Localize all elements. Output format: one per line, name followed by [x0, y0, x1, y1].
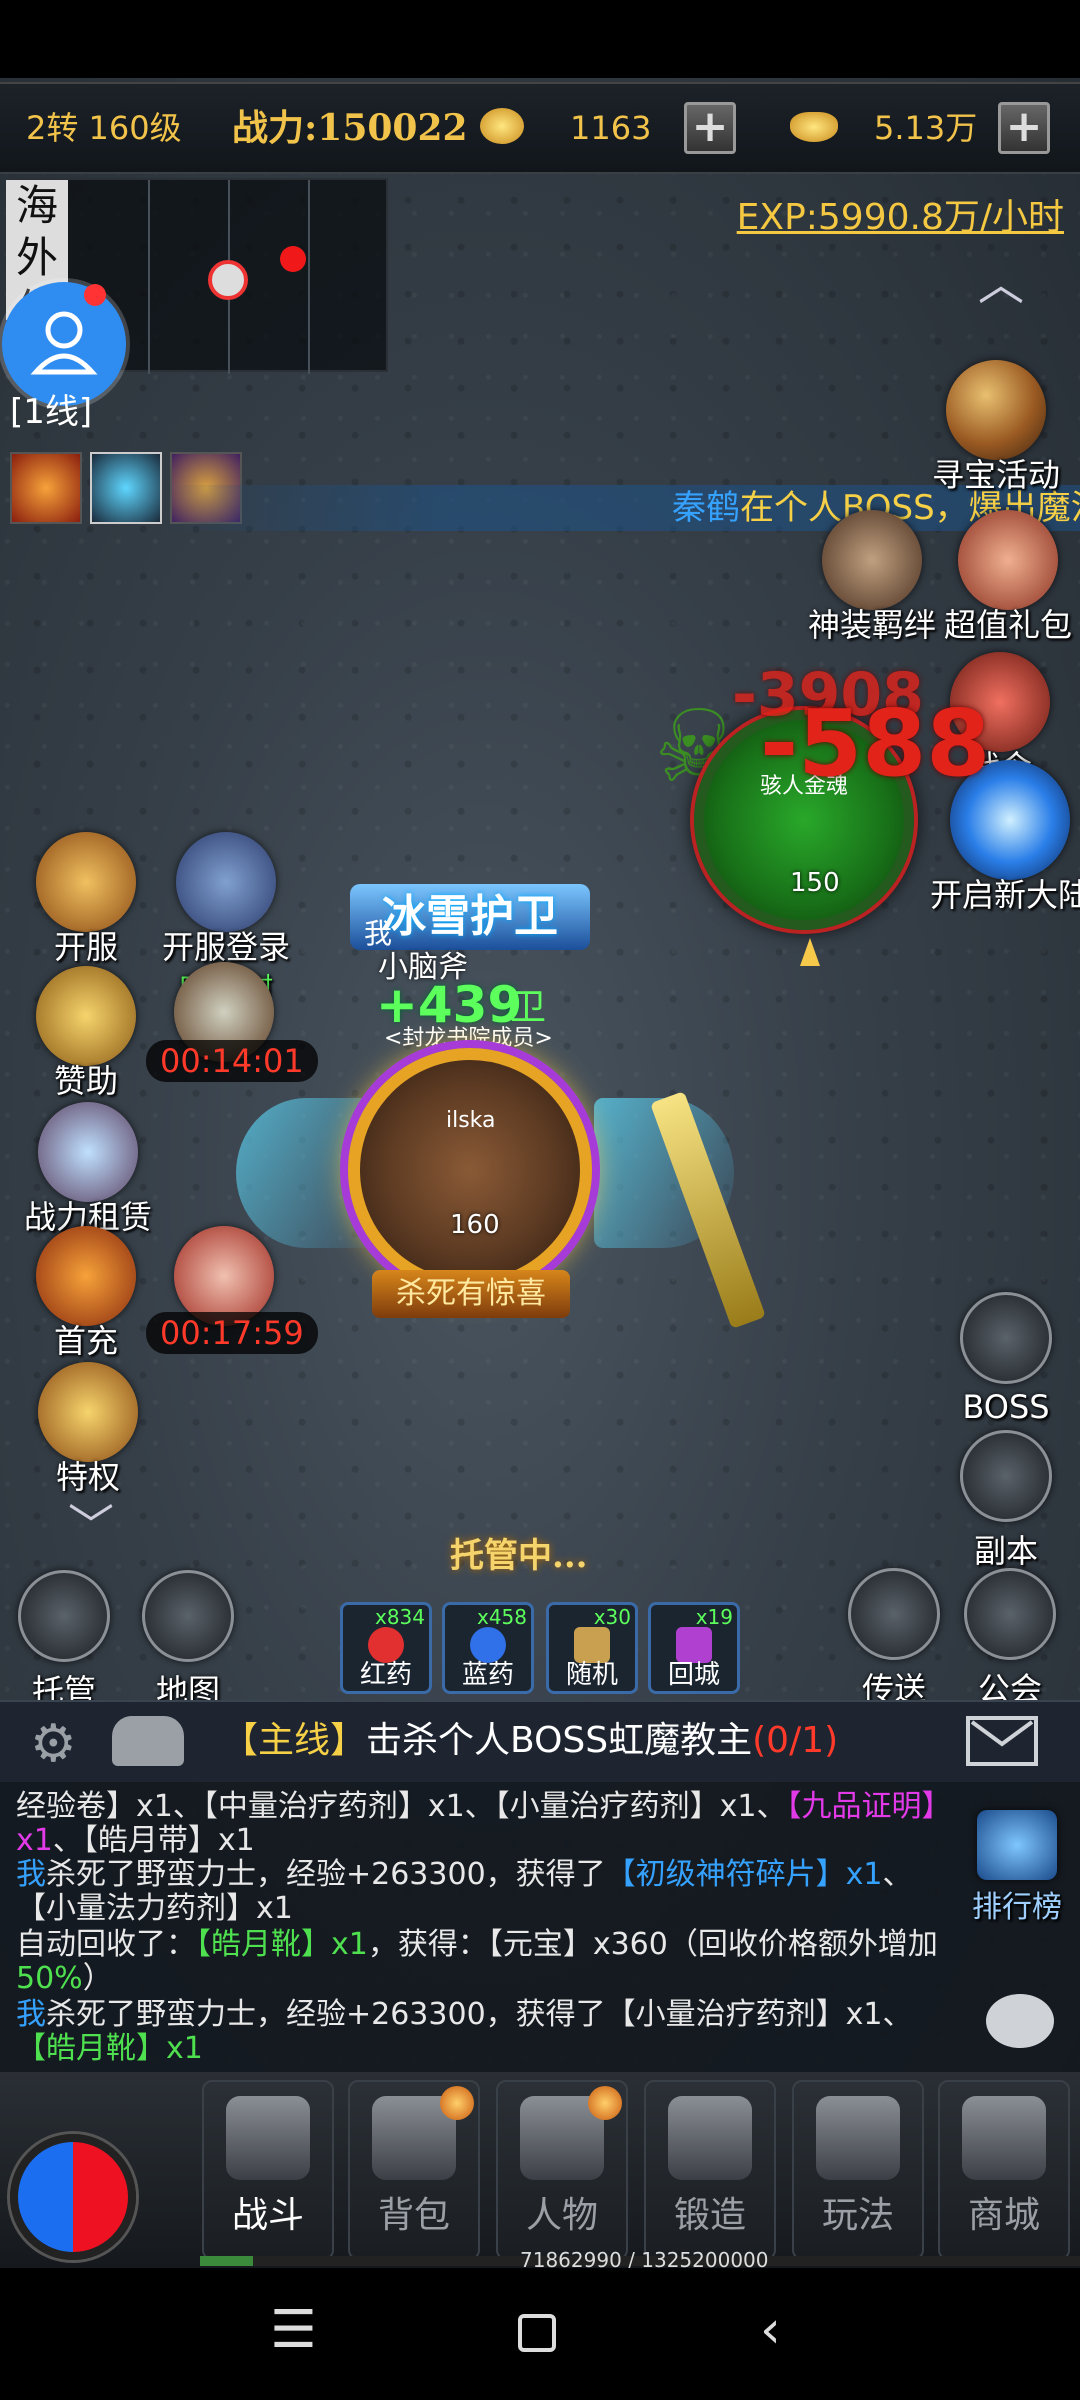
coin-icon	[480, 108, 524, 144]
back-icon[interactable]: ‹	[760, 2300, 781, 2360]
guild-hall-icon	[964, 1568, 1056, 1660]
winged-emblem-icon	[816, 2096, 900, 2180]
shop-gate-icon	[962, 2096, 1046, 2180]
menu-icon[interactable]: ☰	[270, 2300, 317, 2360]
chat-line: 经验卷】x1、【中量治疗药剂】x1、【小量治疗药剂】x1、【九品证明】x1、【皓…	[16, 1789, 952, 1858]
treasure-activity-button[interactable]: 寻宝活动	[932, 360, 1060, 496]
first-charge-gift-icon	[36, 1226, 136, 1326]
chat-line: 我杀死了野蛮力士，经验+263300，获得了【小量治疗药剂】x1、【皓月靴】x1	[16, 1997, 913, 2066]
bond-icon	[822, 510, 922, 610]
map-icon	[142, 1570, 234, 1662]
crown-icon	[38, 1362, 138, 1462]
monster-marker-icon	[280, 246, 306, 272]
power-rent-button[interactable]: 战力租赁	[24, 1102, 152, 1238]
auto-battle-button[interactable]: 托管	[18, 1570, 110, 1712]
target-arrow-icon	[800, 938, 820, 966]
vip-v-icon	[36, 966, 136, 1066]
gear-icon[interactable]: ⚙	[30, 1714, 77, 1774]
gear-bond-button[interactable]: 神装羁绊	[808, 510, 936, 646]
first-charge-button[interactable]: 首充	[36, 1226, 136, 1362]
potion-blue-slot[interactable]: x458 蓝药	[442, 1602, 534, 1694]
monster-level: 150	[790, 868, 840, 898]
coin-count: 1163	[570, 109, 652, 147]
potion-red-slot[interactable]: x834 红药	[340, 1602, 432, 1694]
random-scroll-slot[interactable]: x30 随机	[546, 1602, 638, 1694]
add-coins-button[interactable]: +	[684, 102, 736, 154]
ranking-button[interactable]: 排行榜	[972, 1810, 1062, 1926]
open-server-button[interactable]: 开服	[36, 832, 136, 968]
notification-dot	[84, 284, 106, 306]
strength-icon[interactable]	[112, 1716, 184, 1766]
charge-gift-icon[interactable]	[174, 1226, 274, 1326]
dungeon-button[interactable]: 副本	[960, 1430, 1052, 1572]
nav-bag[interactable]: 背包	[348, 2080, 480, 2260]
combat-power: 战力:150022	[232, 107, 468, 149]
chat-bubble-icon[interactable]	[986, 1994, 1054, 2048]
gift-pack-icon	[958, 510, 1058, 610]
chat-line: 我杀死了野蛮力士，经验+263300，获得了【初级神符碎片】x1、【小量法力药剂…	[16, 1857, 913, 1926]
add-ingots-button[interactable]: +	[998, 102, 1050, 154]
first-charge-timer: 00:17:59	[146, 1312, 318, 1354]
yin-yang-orb-icon[interactable]	[10, 2134, 136, 2260]
treasure-icon	[946, 360, 1046, 460]
player-avatar[interactable]	[348, 1048, 592, 1292]
status-bar	[0, 0, 1080, 78]
home-icon[interactable]	[518, 2314, 556, 2352]
ingot-count: 5.13万	[874, 109, 978, 147]
kill-surprise-badge: 杀死有惊喜	[372, 1270, 570, 1318]
nav-gameplay[interactable]: 玩法	[792, 2080, 924, 2260]
exp-rate-link[interactable]: EXP:5990.8万/小时	[737, 188, 1064, 240]
chat-line: 自动回收了：【皓月靴】x1，获得：【元宝】x360（回收价格额外增加50%）	[16, 1927, 938, 1996]
player-level: 2转 160级	[26, 109, 182, 147]
nav-badge	[588, 2086, 622, 2120]
avatar-name: ilska	[446, 1108, 496, 1133]
main-quest[interactable]: 【主线】击杀个人BOSS虹魔教主(0/1)	[222, 1700, 838, 1782]
treasure-pile-icon	[38, 1102, 138, 1202]
value-gift-button[interactable]: 超值礼包	[944, 510, 1072, 646]
sponsor-button[interactable]: 赞助	[36, 966, 136, 1102]
player-marker-icon	[208, 260, 248, 300]
boss-skull-icon	[960, 1292, 1052, 1384]
gift-box-icon	[36, 832, 136, 932]
expand-down-icon[interactable]: ﹀	[68, 1490, 114, 1556]
gamepad-icon	[18, 1570, 110, 1662]
player-level-badge: 160	[450, 1210, 500, 1240]
broadcast-player: 秦鹤	[672, 488, 740, 528]
mail-icon[interactable]	[966, 1716, 1038, 1766]
nav-shop[interactable]: 商城	[938, 2080, 1070, 2260]
chat-log[interactable]: 经验卷】x1、【中量治疗药剂】x1、【小量治疗药剂】x1、【九品证明】x1、【皓…	[0, 1782, 1080, 2072]
guild-button[interactable]: 公会	[964, 1568, 1056, 1710]
map-button[interactable]: 地图	[142, 1570, 234, 1712]
scroll-icon	[848, 1568, 940, 1660]
nav-battle[interactable]: 战斗	[202, 2080, 334, 2260]
teleport-button[interactable]: 传送	[848, 1568, 940, 1710]
return-scroll-slot[interactable]: x19 回城	[648, 1602, 740, 1694]
nav-badge	[440, 2086, 474, 2120]
damage-number-large: -588	[760, 690, 991, 797]
dungeon-icon	[960, 1430, 1052, 1522]
buff-fire-icon[interactable]	[10, 452, 82, 524]
privilege-button[interactable]: 特权	[38, 1362, 138, 1498]
ingot-icon	[790, 112, 838, 142]
login-chest-icon	[176, 832, 276, 932]
collapse-up-icon[interactable]: ︿	[978, 248, 1024, 314]
buff-ice-icon[interactable]	[90, 452, 162, 524]
crossed-swords-icon	[226, 2096, 310, 2180]
auto-battle-status: 托管中...	[450, 1536, 588, 1576]
sponsor-timer: 00:14:01	[146, 1040, 318, 1082]
anvil-icon	[668, 2096, 752, 2180]
line-label: [1线]	[10, 392, 93, 432]
boss-button[interactable]: BOSS	[960, 1292, 1052, 1426]
nav-forge[interactable]: 锻造	[644, 2080, 776, 2260]
nav-character[interactable]: 人物	[496, 2080, 628, 2260]
ranking-icon	[977, 1810, 1057, 1880]
